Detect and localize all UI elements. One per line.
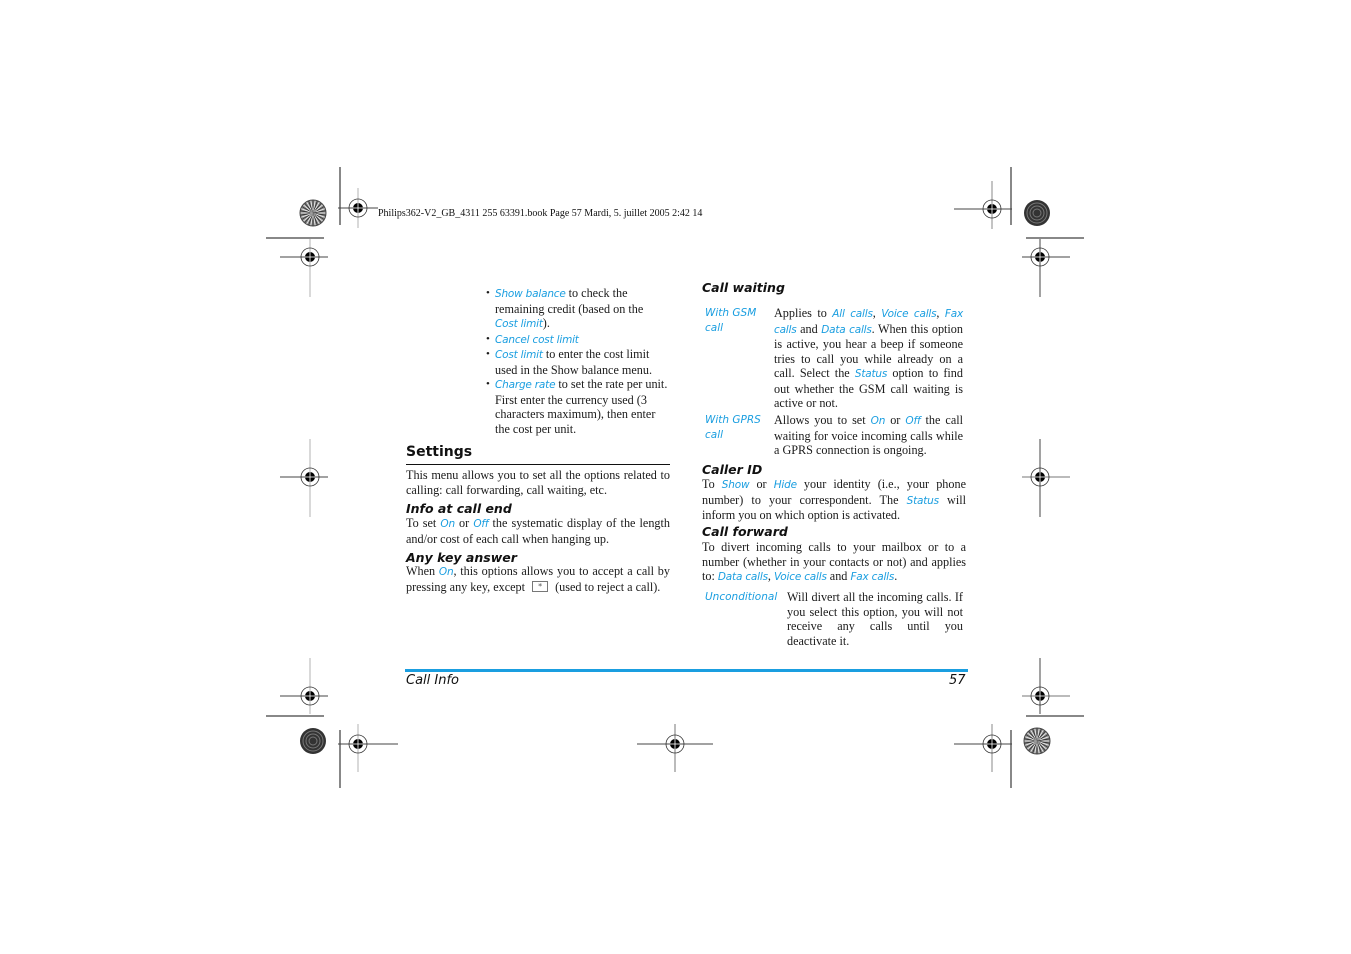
def-text-gsm: Applies to All calls, Voice calls, Fax c… <box>774 306 963 410</box>
list-item: Charge rate to set the rate per unit. Fi… <box>486 377 668 436</box>
crop-marks <box>266 167 1084 788</box>
link-status[interactable]: Status <box>855 368 887 380</box>
registration-target-icon <box>1022 439 1070 517</box>
concentric-target-icon <box>1024 200 1050 226</box>
list-item: Show balance to check the remaining cred… <box>486 286 668 332</box>
concentric-target-icon <box>300 728 326 754</box>
link-data-calls[interactable]: Data calls <box>718 571 768 583</box>
def-text-gprs: Allows you to set On or Off the call wai… <box>774 413 963 457</box>
link-voice-calls[interactable]: Voice calls <box>774 571 827 583</box>
option-off[interactable]: Off <box>905 415 920 427</box>
subsection-title-any-key-answer: Any key answer <box>406 550 517 565</box>
option-on[interactable]: On <box>440 518 455 530</box>
link-cancel-cost-limit[interactable]: Cancel cost limit <box>495 334 579 346</box>
hangup-key-icon: * <box>532 581 549 593</box>
option-off[interactable]: Off <box>473 518 488 530</box>
option-show[interactable]: Show <box>722 479 750 491</box>
registration-target-icon <box>338 188 378 228</box>
section-title-settings: Settings <box>406 444 473 460</box>
registration-target-icon <box>954 181 1012 229</box>
registration-target-icon <box>280 658 328 714</box>
star-target-icon <box>299 199 327 227</box>
link-all-calls[interactable]: All calls <box>832 308 873 320</box>
list-item: Cost limit to enter the cost limit used … <box>486 347 668 377</box>
link-show-balance[interactable]: Show balance <box>495 288 566 300</box>
any-key-answer-text: When On, this options allows you to acce… <box>406 564 670 594</box>
subsection-title-call-forward: Call forward <box>702 524 788 539</box>
footer-section-title: Call Info <box>406 673 460 688</box>
subsection-title-call-waiting: Call waiting <box>702 280 785 295</box>
def-label-gprs: With GPRS call <box>705 414 761 441</box>
option-on[interactable]: On <box>439 566 454 578</box>
print-header: Philips362-V2_GB_4311 255 63391.book Pag… <box>378 208 703 219</box>
link-cost-limit[interactable]: Cost limit <box>495 349 543 361</box>
caller-id-text: To Show or Hide your identity (i.e., you… <box>702 477 967 522</box>
call-forward-text: To divert incoming calls to your mailbox… <box>702 540 966 583</box>
link-data-calls[interactable]: Data calls <box>821 324 872 336</box>
link-voice-calls[interactable]: Voice calls <box>881 308 936 320</box>
info-at-call-end-text: To set On or Off the systematic display … <box>406 516 671 546</box>
registration-target-icon <box>338 724 398 772</box>
footer-rule <box>405 669 968 672</box>
def-label-unconditional: Unconditional <box>705 591 778 603</box>
registration-target-icon <box>1022 239 1070 297</box>
subsection-title-caller-id: Caller ID <box>702 462 763 477</box>
option-hide[interactable]: Hide <box>774 479 797 491</box>
settings-intro: This menu allows you to set all the opti… <box>406 468 670 497</box>
page-number: 57 <box>949 673 966 688</box>
registration-target-icon <box>280 239 328 297</box>
star-target-icon <box>1023 727 1051 755</box>
registration-target-icon <box>954 724 1012 772</box>
link-charge-rate[interactable]: Charge rate <box>495 379 556 391</box>
registration-target-icon <box>1022 658 1070 714</box>
registration-target-icon <box>280 439 328 517</box>
option-on[interactable]: On <box>871 415 886 427</box>
link-cost-limit[interactable]: Cost limit <box>495 318 543 330</box>
section-rule <box>406 464 670 465</box>
def-label-gsm: With GSM call <box>705 307 757 334</box>
link-status[interactable]: Status <box>907 495 939 507</box>
link-fax-calls[interactable]: Fax calls <box>850 571 894 583</box>
bullet-list-container: Show balance to check the remaining cred… <box>486 286 668 436</box>
registration-target-icon <box>637 724 713 772</box>
def-text-unconditional: Will divert all the incoming calls. If y… <box>787 590 963 648</box>
subsection-title-info-at-call-end: Info at call end <box>406 501 512 516</box>
list-item: Cancel cost limit <box>486 332 668 348</box>
bullet-list: Show balance to check the remaining cred… <box>486 286 668 436</box>
